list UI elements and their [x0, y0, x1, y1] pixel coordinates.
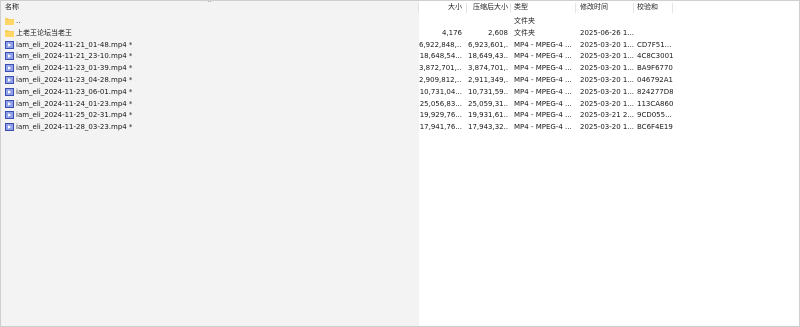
file-name-cell: iam_eli_2024-11-21_01-48.mp4 *	[16, 40, 133, 49]
column-packed-header[interactable]: 压缩后大小	[473, 1, 513, 15]
file-size-cell: 3,872,701,...	[419, 64, 462, 73]
folder-icon	[5, 17, 14, 25]
file-crc-cell: 4C8C3001	[637, 52, 674, 61]
file-crc-cell	[637, 15, 677, 27]
file-type-cell: MP4 - MPEG-4 ...	[514, 123, 572, 132]
file-crc-cell: 824277D8	[637, 87, 674, 96]
sort-arrow-icon: ^	[207, 0, 213, 7]
file-row[interactable]: iam_eli_2024-11-21_01-48.mp4 * 6,922,848,…	[1, 39, 799, 51]
file-type-cell: MP4 - MPEG-4 ...	[514, 99, 572, 108]
file-type-cell: MP4 - MPEG-4 ...	[514, 52, 572, 61]
column-divider[interactable]	[575, 3, 576, 13]
file-type-cell: MP4 - MPEG-4 ...	[514, 87, 572, 96]
file-modified-cell: 2025-03-20 1...	[580, 40, 634, 49]
file-crc-cell: 9CD055...	[637, 111, 672, 120]
column-size-header[interactable]: 大小	[419, 1, 462, 15]
file-modified-cell: 2025-03-20 1...	[580, 52, 634, 61]
file-type-cell: MP4 - MPEG-4 ...	[514, 76, 572, 84]
column-crc-header[interactable]: 校验和	[637, 1, 677, 15]
video-file-icon	[5, 111, 14, 120]
file-size-cell: 25,056,83...	[419, 99, 462, 108]
file-name-cell: ..	[16, 17, 21, 25]
file-row[interactable]: iam_eli_2024-11-21_23-10.mp4 * 18,648,54.…	[1, 50, 799, 62]
file-row[interactable]: iam_eli_2024-11-28_03-23.mp4 * 17,941,76.…	[1, 121, 799, 133]
file-row[interactable]: iam_eli_2024-11-23_01-39.mp4 * 3,872,701,…	[1, 62, 799, 74]
file-crc-cell: 113CA860	[637, 99, 674, 108]
file-type-cell: MP4 - MPEG-4 ...	[514, 111, 572, 120]
file-modified-cell	[580, 15, 634, 27]
file-name-cell: iam_eli_2024-11-23_04-28.mp4 *	[16, 76, 133, 84]
file-type-cell: MP4 - MPEG-4 ...	[514, 64, 572, 73]
file-packed-size-cell: 10,731,59...	[468, 87, 508, 96]
file-size-cell: 17,941,76...	[419, 123, 462, 132]
column-divider[interactable]	[672, 3, 673, 13]
file-size-cell: 4,176	[441, 28, 462, 37]
file-size-cell: 10,731,04...	[419, 87, 462, 96]
column-divider[interactable]	[466, 3, 467, 13]
file-modified-cell: 2025-03-20 1...	[580, 76, 634, 84]
file-packed-size-cell: 17,943,32...	[468, 123, 508, 132]
file-modified-cell: 2025-03-20 1...	[580, 64, 634, 73]
file-packed-size-cell: 25,059,31...	[468, 99, 508, 108]
column-divider[interactable]	[510, 3, 511, 13]
column-type-header[interactable]: 类型	[514, 1, 572, 15]
column-name-header[interactable]: 名称	[5, 1, 105, 15]
file-name-cell: iam_eli_2024-11-23_06-01.mp4 *	[16, 87, 133, 96]
file-packed-size-cell: 2,608	[487, 28, 508, 37]
video-file-icon	[5, 99, 14, 108]
file-packed-size-cell: 18,649,43...	[468, 52, 508, 61]
video-file-icon	[5, 40, 14, 49]
file-modified-cell: 2025-03-21 2...	[580, 111, 634, 120]
video-file-icon	[5, 64, 14, 73]
file-name-cell: iam_eli_2024-11-23_01-39.mp4 *	[16, 64, 133, 73]
file-type-cell: 文件夹	[514, 28, 535, 37]
file-type-cell: 文件夹	[514, 17, 535, 25]
file-name-cell: iam_eli_2024-11-24_01-23.mp4 *	[16, 99, 133, 108]
file-row[interactable]: 上老王论坛当老王 4,176 2,608 文件夹 2025-06-26 1...	[1, 27, 799, 39]
video-file-icon	[5, 76, 14, 84]
file-modified-cell: 2025-03-20 1...	[580, 123, 634, 132]
file-row[interactable]: iam_eli_2024-11-23_04-28.mp4 * 2,909,812,…	[1, 74, 799, 86]
file-packed-size-cell: 6,923,601,...	[468, 40, 508, 49]
file-packed-size-cell: 3,874,701,...	[468, 64, 508, 73]
file-name-cell: 上老王论坛当老王	[16, 28, 72, 37]
file-modified-cell: 2025-03-20 1...	[580, 87, 634, 96]
archive-window: 名称 ^ 大小 压缩后大小 类型 修改时间 校验和 .. 文件夹 上老王论坛当老王 4…	[0, 0, 800, 327]
column-modified-header[interactable]: 修改时间	[580, 1, 634, 15]
video-file-icon	[5, 87, 14, 96]
file-packed-size-cell	[468, 15, 508, 27]
file-row[interactable]: iam_eli_2024-11-25_02-31.mp4 * 19,929,76.…	[1, 109, 799, 121]
file-size-cell: 2,909,812,...	[419, 76, 462, 84]
file-size-cell	[419, 15, 462, 27]
file-crc-cell: BC6F4E19	[637, 123, 673, 132]
file-name-cell: iam_eli_2024-11-28_03-23.mp4 *	[16, 123, 133, 132]
file-crc-cell	[637, 27, 677, 39]
file-crc-cell: CD7F51...	[637, 40, 672, 49]
video-file-icon	[5, 52, 14, 61]
file-row[interactable]: .. 文件夹	[1, 15, 799, 27]
file-name-cell: iam_eli_2024-11-25_02-31.mp4 *	[16, 111, 133, 120]
file-name-cell: iam_eli_2024-11-21_23-10.mp4 *	[16, 52, 133, 61]
file-crc-cell: BA9F6770	[637, 64, 673, 73]
file-row[interactable]: iam_eli_2024-11-23_06-01.mp4 * 10,731,04.…	[1, 86, 799, 98]
file-modified-cell: 2025-06-26 1...	[580, 28, 634, 37]
file-crc-cell: 046792A1	[637, 76, 673, 84]
folder-icon	[5, 29, 14, 37]
video-file-icon	[5, 123, 14, 132]
file-size-cell: 19,929,76...	[419, 111, 462, 120]
file-type-cell: MP4 - MPEG-4 ...	[514, 40, 572, 49]
file-modified-cell: 2025-03-20 1...	[580, 99, 634, 108]
file-size-cell: 6,922,848,...	[419, 40, 462, 49]
file-size-cell: 18,648,54...	[419, 52, 462, 61]
column-divider[interactable]	[633, 3, 634, 13]
file-row[interactable]: iam_eli_2024-11-24_01-23.mp4 * 25,056,83.…	[1, 98, 799, 110]
file-packed-size-cell: 2,911,349,...	[468, 76, 508, 84]
file-packed-size-cell: 19,931,61...	[468, 111, 508, 120]
